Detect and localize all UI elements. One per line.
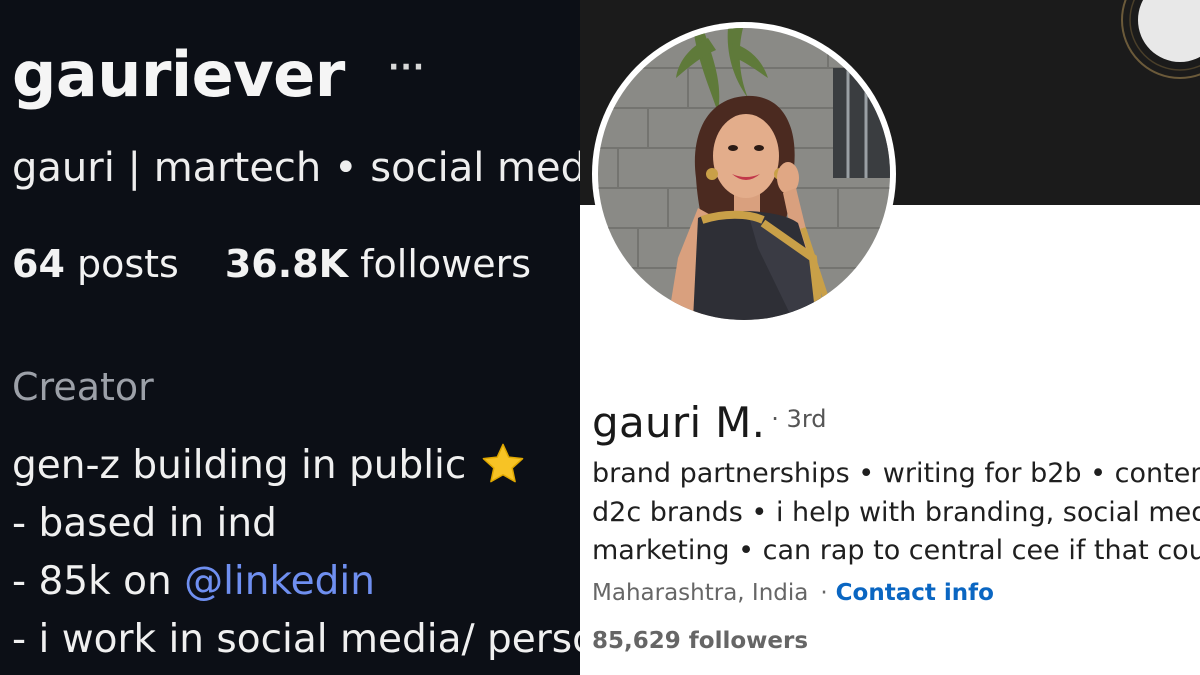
name-row: gauri M. · 3rd <box>592 398 827 447</box>
bio-line-text: - 85k on <box>12 559 185 604</box>
separator-dot: · <box>820 580 828 606</box>
bio-line: gen-z building in public <box>12 437 580 495</box>
followers-count: 36.8K <box>224 242 349 286</box>
profile-full-name: gauri | martech • social media <box>12 145 580 191</box>
more-options-icon[interactable]: ··· <box>388 50 425 85</box>
bio-line-text: gen-z building in public <box>12 443 467 488</box>
profile-photo[interactable] <box>592 22 896 326</box>
cover-logo-mark <box>1121 0 1200 79</box>
location-row: Maharashtra, India · Contact info <box>592 580 994 606</box>
followers-count[interactable]: 85,629 followers <box>592 628 808 654</box>
linkedin-mention-link[interactable]: @linkedin <box>184 559 375 604</box>
star-emoji-icon <box>482 443 524 482</box>
linkedin-profile-panel: gauri M. · 3rd brand partnerships • writi… <box>580 0 1200 675</box>
contact-info-link[interactable]: Contact info <box>836 580 994 606</box>
profile-location: Maharashtra, India <box>592 580 809 606</box>
posts-count: 64 <box>12 242 65 286</box>
headline-line: d2c brands • i help with branding, socia… <box>592 496 1200 528</box>
followers-stat[interactable]: 36.8K followers <box>225 242 531 286</box>
bio-line: - 85k on @linkedin <box>12 553 580 611</box>
connection-degree: · 3rd <box>771 405 827 433</box>
headline-line: brand partnerships • writing for b2b • c… <box>592 458 1200 489</box>
profile-headline: brand partnerships • writing for b2b • c… <box>592 455 1200 571</box>
profile-name: gauri M. <box>592 398 766 447</box>
profile-username: gauriever <box>12 38 345 111</box>
instagram-profile-panel: gauriever ··· gauri | martech • social m… <box>0 0 580 675</box>
profile-category: Creator <box>12 365 154 409</box>
posts-label: posts <box>76 242 179 286</box>
profile-stats: 64 posts 36.8K followers <box>12 242 531 286</box>
posts-stat[interactable]: 64 posts <box>12 242 179 286</box>
followers-label: followers <box>360 242 532 286</box>
profile-photo-image <box>598 28 890 320</box>
headline-line: marketing • can rap to central cee if th… <box>592 535 1200 566</box>
bio-line: - i work in social media/ personal <box>12 617 580 662</box>
bio-line: - based in ind <box>12 501 277 546</box>
profile-bio: gen-z building in public - based in ind … <box>12 437 580 669</box>
